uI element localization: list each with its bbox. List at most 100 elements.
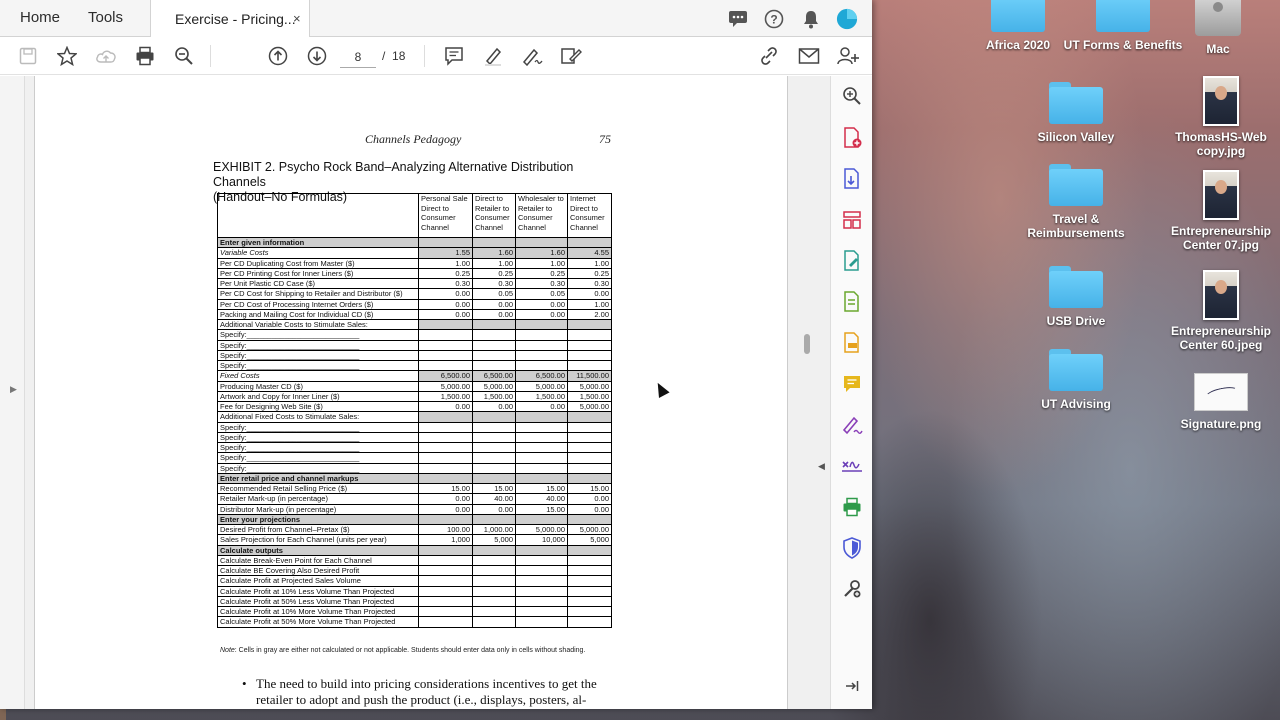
desktop-icon-silicon-valley[interactable]: Silicon Valley <box>1016 82 1136 144</box>
close-tab-button[interactable]: × <box>293 11 301 26</box>
folder-icon <box>1049 349 1103 391</box>
fill-sign-icon[interactable] <box>840 413 864 437</box>
desktop-icon-usb-drive[interactable]: USB Drive <box>1016 266 1136 328</box>
upload-cloud-icon[interactable] <box>94 44 118 68</box>
table-cell: 0.25 <box>418 267 473 280</box>
document-viewer[interactable]: ▶ Channels Pedagogy 75 EXHIBIT 2. Psycho… <box>0 76 830 709</box>
table-row: Specify:___________________________ <box>217 452 612 464</box>
desktop-icon-ec07[interactable]: Entrepreneurship Center 07.jpg <box>1161 170 1280 252</box>
save-icon[interactable] <box>16 44 40 68</box>
table-cell <box>418 339 473 351</box>
zoom-icon[interactable] <box>840 84 864 108</box>
edit-pdf-icon[interactable] <box>840 249 864 273</box>
page-total-count: 18 <box>392 49 406 63</box>
desktop-icon-ut-advising[interactable]: UT Advising <box>1016 349 1136 411</box>
table-row: Specify:___________________________ <box>217 329 612 341</box>
document-tab[interactable]: Exercise - Pricing... × <box>150 0 310 38</box>
table-cell <box>567 431 612 444</box>
table-row-label: Producing Master CD ($) <box>217 380 419 392</box>
chat-icon[interactable] <box>727 8 749 30</box>
bullet-dot: • <box>242 676 247 691</box>
table-cell: 0.30 <box>515 277 568 290</box>
table-header-row: Personal Sale Direct to Consumer Channel… <box>217 193 612 238</box>
table-row-label: Sales Projection for Each Channel (units… <box>217 534 419 546</box>
table-cell <box>515 411 568 423</box>
left-panel-toggle[interactable]: ▶ <box>0 76 25 709</box>
page-down-icon[interactable] <box>305 44 329 68</box>
print-production-icon[interactable] <box>840 495 864 519</box>
table-cell: 0.00 <box>515 308 568 321</box>
table-cell <box>472 595 516 608</box>
page-up-icon[interactable] <box>266 44 290 68</box>
table-cell <box>472 544 516 556</box>
table-cell: 5,000.00 <box>567 523 612 536</box>
collapse-panel-icon[interactable] <box>840 674 864 698</box>
table-cell <box>515 329 568 341</box>
table-cell <box>418 616 473 628</box>
table-row-label: Artwork and Copy for Inner Liner ($) <box>217 390 419 403</box>
add-user-icon[interactable] <box>836 44 860 68</box>
more-tools-icon[interactable] <box>840 577 864 601</box>
notifications-bell-icon[interactable] <box>800 8 822 30</box>
vertical-scrollbar[interactable] <box>798 76 816 709</box>
nav-tools[interactable]: Tools <box>88 9 123 26</box>
comment-icon[interactable] <box>442 44 466 68</box>
photo-thumbnail-icon <box>1203 76 1239 126</box>
compress-icon[interactable] <box>840 290 864 314</box>
desktop-icon-thomas-photo[interactable]: ThomasHS-Web copy.jpg <box>1161 76 1280 158</box>
fill-form-icon[interactable] <box>559 44 583 68</box>
table-cell: 0.30 <box>472 277 516 290</box>
bookmark-star-icon[interactable] <box>55 44 79 68</box>
table-cell <box>515 605 568 618</box>
nav-home[interactable]: Home <box>20 9 60 26</box>
table-row: Calculate Profit at 50% More Volume Than… <box>217 616 612 628</box>
export-pdf-icon[interactable] <box>840 167 864 191</box>
desktop-icon-travel[interactable]: Travel & Reimbursements <box>1016 164 1136 240</box>
create-pdf-icon[interactable] <box>840 126 864 150</box>
table-cell <box>472 431 516 444</box>
table-row: Fee for Designing Web Site ($) 0.00 0.00 0.… <box>217 400 612 413</box>
organize-pages-icon[interactable] <box>840 208 864 232</box>
table-cell <box>472 554 516 567</box>
scan-icon[interactable] <box>840 331 864 355</box>
share-link-icon[interactable] <box>757 44 781 68</box>
table-cell <box>472 452 516 464</box>
table-cell: 10,000 <box>515 534 568 546</box>
zoom-out-icon[interactable] <box>172 44 196 68</box>
table-cell: 5,000.00 <box>567 380 612 392</box>
desktop-icon-mac[interactable]: Mac <box>1158 0 1278 56</box>
scrollbar-thumb[interactable] <box>804 334 810 354</box>
page-number-input[interactable] <box>340 46 376 68</box>
collapse-right-panel-icon[interactable]: ◀ <box>818 461 825 472</box>
table-cell: 11,500.00 <box>567 370 612 382</box>
email-icon[interactable] <box>797 44 821 68</box>
help-icon[interactable]: ? <box>763 8 785 30</box>
table-row: Calculate Profit at 10% More Volume Than… <box>217 605 612 618</box>
table-cell: 0.00 <box>515 400 568 413</box>
comment-tool-icon[interactable] <box>840 372 864 396</box>
expand-arrow-icon[interactable]: ▶ <box>10 384 17 395</box>
table-cell <box>472 575 516 587</box>
protect-icon[interactable] <box>840 536 864 560</box>
table-cell: 15.00 <box>515 482 568 495</box>
tools-right-panel <box>830 76 872 709</box>
table-cell <box>515 616 568 628</box>
table-cell <box>515 421 568 433</box>
table-cell <box>472 339 516 351</box>
table-row: Additional Fixed Costs to Stimulate Sale… <box>217 411 612 423</box>
table-cell: 100.00 <box>418 523 473 536</box>
print-icon[interactable] <box>133 44 157 68</box>
table-cell: 1.60 <box>472 247 516 259</box>
desktop-icon-ec60[interactable]: Entrepreneurship Center 60.jpeg <box>1161 270 1280 352</box>
table-header-blank <box>217 193 419 238</box>
table-row-label: Recommended Retail Selling Price ($) <box>217 482 419 495</box>
sign-icon[interactable] <box>520 44 544 68</box>
signature-icon[interactable] <box>840 454 864 478</box>
table-row: Specify:___________________________ <box>217 349 612 362</box>
account-avatar-icon[interactable] <box>836 8 858 30</box>
table-row: Sales Projection for Each Channel (units… <box>217 534 612 546</box>
desktop-icon-africa-2020[interactable]: Africa 2020 <box>958 0 1078 52</box>
highlight-icon[interactable] <box>481 44 505 68</box>
table-cell <box>567 236 612 249</box>
desktop-icon-signature[interactable]: Signature.png <box>1161 373 1280 431</box>
